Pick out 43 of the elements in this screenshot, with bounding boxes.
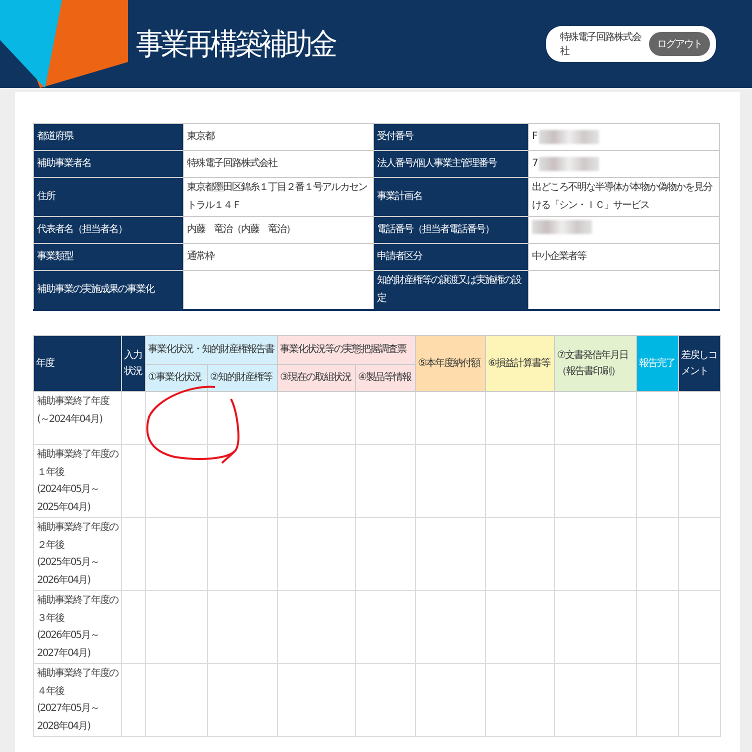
field-label: 都道府県 [34, 124, 184, 150]
column-subheader: ③現在の取組状況 [278, 364, 356, 392]
year-cell: 補助事業終了年度の４年後 (2027年05月～2028年04月) [34, 664, 122, 736]
field-value: 7 [528, 150, 720, 178]
field-value: 内藤 竜治（内藤 竜治） [184, 216, 374, 244]
column-header: 年度 [34, 336, 122, 392]
column-header: ⑥損益計算書等 [486, 336, 554, 392]
field-label: 電話番号（担当者電話番号） [374, 216, 528, 244]
field-label: 補助事業の実施成果の事業化 [34, 270, 184, 310]
column-header: 入力状況 [122, 336, 146, 392]
company-name: 特殊電子回路株式会社 [560, 30, 642, 58]
column-header: 報告完了 [636, 336, 678, 392]
logo-icon [0, 0, 130, 88]
column-subheader: ②知的財産権等 [208, 364, 278, 392]
field-label: 法人番号/個人事業主管理番号 [374, 150, 528, 178]
year-cell: 補助事業終了年度の１年後 (2024年05月～2025年04月) [34, 444, 122, 518]
year-cell: 補助事業終了年度 (～2024年04月) [34, 392, 122, 444]
logout-button[interactable]: ログアウト [649, 32, 710, 56]
field-label: 補助事業者名 [34, 150, 184, 178]
field-value: 中小企業者等 [528, 244, 720, 270]
field-label: 代表者名（担当者名） [34, 216, 184, 244]
column-header: 事業化状況・知的財産権報告書 [146, 336, 278, 364]
field-label: 受付番号 [374, 124, 528, 150]
field-value: 特殊電子回路株式会社 [184, 150, 374, 178]
field-label: 住所 [34, 178, 184, 216]
field-label: 知的財産権等の譲渡又は実施権の設定 [374, 270, 528, 310]
field-value: 通常枠 [184, 244, 374, 270]
field-label: 申請者区分 [374, 244, 528, 270]
field-label: 事業計画名 [374, 178, 528, 216]
column-header: 差戻しコメント [678, 336, 720, 392]
year-cell: 補助事業終了年度の３年後 (2026年05月～2027年04月) [34, 590, 122, 664]
year-cell: 補助事業終了年度の２年後 (2025年05月～2026年04月) [34, 518, 122, 590]
column-header: ⑤本年度納付額 [416, 336, 486, 392]
field-value: 東京都墨田区錦糸１丁目２番１号アルカセントラル１４Ｆ [184, 178, 374, 216]
field-value: 東京都 [184, 124, 374, 150]
field-value: 出どころ不明な半導体が本物か偽物かを見分ける「シン・ＩＣ」サービス [528, 178, 720, 216]
column-header: ⑦文書発信年月日（報告書印刷） [554, 336, 636, 392]
column-header: 事業化状況等の実態把握調査票 [278, 336, 416, 364]
field-label: 事業類型 [34, 244, 184, 270]
field-value: F [528, 124, 720, 150]
column-subheader: ①事業化状況 [146, 364, 208, 392]
column-subheader: ④製品等情報 [356, 364, 416, 392]
app-title: 事業再構築補助金 [136, 26, 336, 64]
